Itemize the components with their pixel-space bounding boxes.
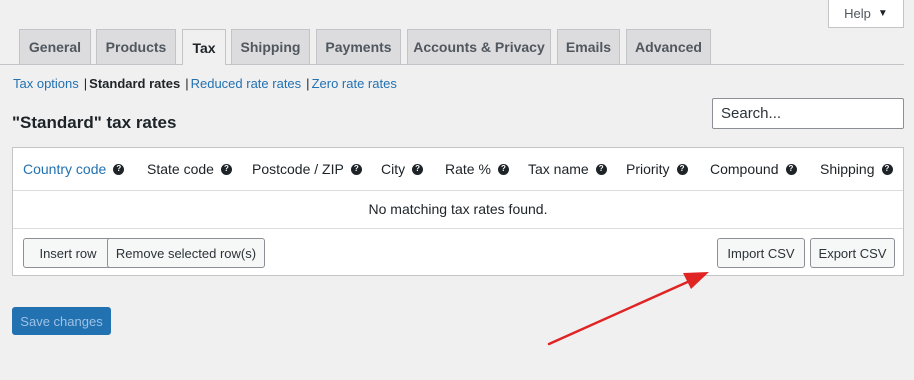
insert-row-button[interactable]: Insert row (23, 238, 113, 268)
help-label: Help (844, 6, 871, 21)
tab-general[interactable]: General (19, 29, 91, 64)
import-csv-button[interactable]: Import CSV (717, 238, 805, 268)
column-label: Compound (710, 161, 779, 177)
column-country-code[interactable]: Country code? (23, 148, 125, 190)
question-circle-icon[interactable]: ? (676, 163, 688, 175)
column-label: Rate % (445, 161, 491, 177)
column-label: Country code (23, 161, 107, 177)
column-state-code: State code? (147, 148, 232, 190)
caret-down-icon: ▼ (877, 8, 888, 19)
tab-advanced[interactable]: Advanced (626, 29, 711, 64)
column-label: State code (147, 161, 214, 177)
tab-products[interactable]: Products (96, 29, 176, 64)
tax-rates-table: Country code? State code? Postcode / ZIP… (12, 147, 904, 276)
section-link-tax-options[interactable]: Tax options (13, 76, 79, 91)
empty-table-message: No matching tax rates found. (13, 190, 903, 229)
column-rate: Rate %? (445, 148, 509, 190)
page-title: "Standard" tax rates (12, 113, 177, 132)
column-priority: Priority? (626, 148, 688, 190)
column-label: Tax name (528, 161, 589, 177)
tab-emails[interactable]: Emails (557, 29, 620, 64)
save-changes-button[interactable]: Save changes (12, 307, 111, 335)
tab-payments[interactable]: Payments (316, 29, 401, 64)
column-label: Priority (626, 161, 670, 177)
question-circle-icon[interactable]: ? (595, 163, 607, 175)
section-link-zero-rate[interactable]: Zero rate rates (312, 76, 397, 91)
column-compound: Compound? (710, 148, 797, 190)
column-label: Shipping (820, 161, 875, 177)
section-link-reduced-rate[interactable]: Reduced rate rates (191, 76, 302, 91)
tab-shipping[interactable]: Shipping (231, 29, 310, 64)
question-circle-icon[interactable]: ? (785, 163, 797, 175)
question-circle-icon[interactable]: ? (412, 163, 424, 175)
section-current-standard-rates: Standard rates (89, 76, 181, 91)
search-input[interactable] (712, 98, 904, 129)
settings-tabs: General Products Tax Shipping Payments A… (0, 29, 904, 65)
section-separator: | (306, 76, 310, 91)
question-circle-icon[interactable]: ? (113, 163, 125, 175)
tax-section-links: Tax options | Standard rates | Reduced rate … (13, 76, 397, 91)
table-header: Country code? State code? Postcode / ZIP… (13, 148, 903, 191)
question-circle-icon[interactable]: ? (497, 163, 509, 175)
column-postcode: Postcode / ZIP? (252, 148, 362, 190)
question-circle-icon[interactable]: ? (220, 163, 232, 175)
column-label: Postcode / ZIP (252, 161, 344, 177)
column-shipping: Shipping? (820, 148, 893, 190)
export-csv-button[interactable]: Export CSV (810, 238, 895, 268)
column-label: City (381, 161, 406, 177)
section-separator: | (83, 76, 88, 91)
help-button[interactable]: Help ▼ (828, 0, 904, 28)
tab-tax[interactable]: Tax (182, 29, 226, 65)
remove-selected-rows-button[interactable]: Remove selected row(s) (107, 238, 265, 268)
section-separator: | (185, 76, 189, 91)
tab-accounts-privacy[interactable]: Accounts & Privacy (407, 29, 551, 64)
column-city: City? (381, 148, 424, 190)
question-circle-icon[interactable]: ? (350, 163, 362, 175)
question-circle-icon[interactable]: ? (881, 163, 893, 175)
column-tax-name: Tax name? (528, 148, 607, 190)
